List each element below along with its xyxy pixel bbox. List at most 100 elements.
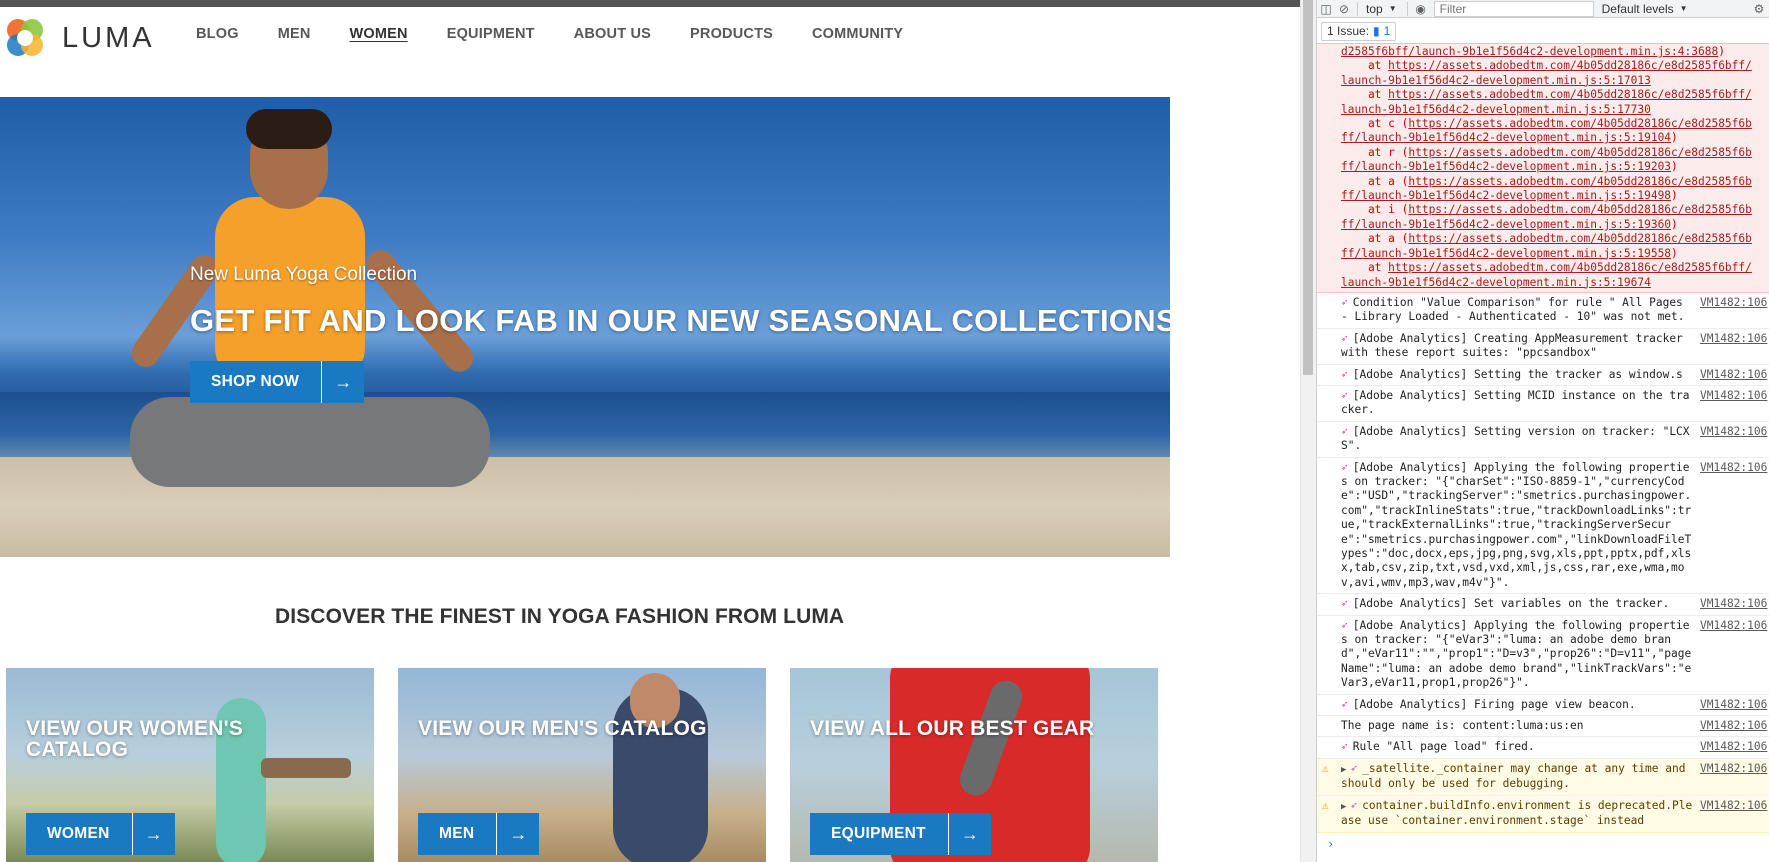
- trace-source-link[interactable]: https://assets.adobedtm.com/4b05dd28186c…: [1388, 261, 1752, 274]
- console-warning[interactable]: ⚠ ▶ ➶ _satellite._container may change at a…: [1317, 758, 1769, 796]
- trace-source-link[interactable]: https://assets.adobedtm.com/4b05dd28186c…: [1388, 88, 1752, 101]
- trace-source-link[interactable]: ff/launch-9b1e1f56d4c2-development.min.j…: [1341, 160, 1671, 173]
- trace-source-link[interactable]: https://assets.adobedtm.com/4b05dd28186c…: [1408, 117, 1752, 130]
- nav-item-about-us[interactable]: ABOUT US: [574, 26, 651, 42]
- log-source-link[interactable]: VM1482:106: [1700, 762, 1767, 792]
- console-log[interactable]: ➶ Condition "Value Comparison" for rule "…: [1317, 293, 1769, 329]
- log-text-wrap: ➶ Condition "Value Comparison" for rule "…: [1341, 296, 1696, 325]
- console-warning[interactable]: ⚠ ▶ ➶ container.buildInfo.environment is de…: [1317, 795, 1769, 833]
- log-source-link[interactable]: VM1482:106: [1700, 698, 1767, 712]
- console-toolbar: ◫ ⊘ top ▼ ◉ Filter Default levels ▼ ⚙: [1317, 0, 1769, 18]
- nav-item-men[interactable]: MEN: [278, 26, 311, 42]
- shop-now-button[interactable]: SHOP NOW →: [190, 361, 365, 403]
- equipment-button[interactable]: EQUIPMENT →: [810, 813, 991, 855]
- log-message: [Adobe Analytics] Applying the following…: [1341, 618, 1692, 690]
- trace-source-link[interactable]: https://assets.adobedtm.com/4b05dd28186c…: [1388, 59, 1752, 72]
- log-source-link[interactable]: VM1482:106: [1700, 719, 1767, 733]
- trace-source-link[interactable]: https://assets.adobedtm.com/4b05dd28186c…: [1408, 203, 1752, 216]
- tile-title: VIEW OUR WOMEN'S CATALOG: [26, 717, 244, 761]
- log-source-link[interactable]: VM1482:106: [1700, 332, 1767, 361]
- console-log[interactable]: ➶ [Adobe Analytics] Applying the followin…: [1317, 616, 1769, 695]
- log-levels-label: Default levels: [1601, 1, 1674, 16]
- log-source-link[interactable]: VM1482:106: [1700, 799, 1767, 829]
- stack-trace-line: ff/launch-9b1e1f56d4c2-development.min.j…: [1341, 189, 1760, 203]
- console-log[interactable]: ➶ Rule "All page load" fired. VM1482:106: [1317, 737, 1769, 759]
- page-scrollbar-thumb[interactable]: [1303, 0, 1313, 375]
- men-button[interactable]: MEN →: [418, 813, 540, 855]
- tile-men-catalog[interactable]: VIEW OUR MEN'S CATALOG MEN →: [398, 668, 766, 862]
- log-source-link[interactable]: VM1482:106: [1700, 368, 1767, 382]
- log-source-link[interactable]: VM1482:106: [1700, 597, 1767, 611]
- stack-trace-line: launch-9b1e1f56d4c2-development.min.js:5…: [1341, 276, 1760, 290]
- log-levels-dropdown[interactable]: Default levels ▼: [1602, 2, 1688, 16]
- expand-caret-icon[interactable]: ▶: [1341, 802, 1346, 812]
- trace-source-link[interactable]: https://assets.adobedtm.com/4b05dd28186c…: [1408, 175, 1752, 188]
- trace-source-link[interactable]: launch-9b1e1f56d4c2-development.min.js:5…: [1341, 276, 1651, 289]
- nav-item-products[interactable]: PRODUCTS: [690, 26, 773, 42]
- log-text-wrap: ▶ ➶ container.buildInfo.environment is dep…: [1341, 799, 1696, 829]
- rocket-icon: ➶: [1341, 367, 1348, 381]
- log-source-link[interactable]: VM1482:106: [1700, 425, 1767, 454]
- stack-trace-line: at a (https://assets.adobedtm.com/4b05dd…: [1341, 175, 1760, 189]
- console-log[interactable]: The page name is: content:luma:us:en VM14…: [1317, 716, 1769, 738]
- log-source-link[interactable]: VM1482:106: [1700, 461, 1767, 591]
- console-log[interactable]: ➶ [Adobe Analytics] Setting version on tr…: [1317, 422, 1769, 458]
- trace-source-link[interactable]: ff/launch-9b1e1f56d4c2-development.min.j…: [1341, 131, 1671, 144]
- log-source-link[interactable]: VM1482:106: [1700, 389, 1767, 418]
- trace-suffix: ): [1671, 189, 1678, 203]
- trace-source-link[interactable]: ff/launch-9b1e1f56d4c2-development.min.j…: [1341, 218, 1671, 231]
- trace-prefix: at r (: [1341, 145, 1409, 159]
- trace-source-link[interactable]: launch-9b1e1f56d4c2-development.min.js:5…: [1341, 74, 1651, 87]
- trace-source-link[interactable]: ff/launch-9b1e1f56d4c2-development.min.j…: [1341, 247, 1671, 260]
- women-button[interactable]: WOMEN →: [26, 813, 175, 855]
- stack-trace-line: ff/launch-9b1e1f56d4c2-development.min.j…: [1341, 247, 1760, 261]
- trace-source-link[interactable]: https://assets.adobedtm.com/4b05dd28186c…: [1408, 232, 1752, 245]
- tile-best-gear[interactable]: VIEW ALL OUR BEST GEAR EQUIPMENT →: [790, 668, 1158, 862]
- trace-suffix: ): [1671, 217, 1678, 231]
- nav-item-community[interactable]: COMMUNITY: [812, 26, 903, 42]
- log-text-wrap: ▶ ➶ _satellite._container may change at an…: [1341, 762, 1696, 792]
- log-message: Condition "Value Comparison" for rule " …: [1341, 295, 1690, 324]
- trace-source-link[interactable]: ff/launch-9b1e1f56d4c2-development.min.j…: [1341, 189, 1671, 202]
- dropdown-caret-icon: ▼: [1388, 4, 1397, 13]
- console-filter-input[interactable]: Filter: [1433, 0, 1594, 17]
- issues-button[interactable]: 1 Issue: ▮ 1: [1321, 21, 1397, 41]
- dropdown-caret-icon: ▼: [1679, 4, 1688, 13]
- log-message: [Adobe Analytics] Creating AppMeasuremen…: [1341, 331, 1690, 360]
- nav-item-women[interactable]: WOMEN: [350, 26, 408, 42]
- hero-banner[interactable]: New Luma Yoga Collection GET FIT AND LOO…: [0, 97, 1170, 557]
- trace-suffix: ): [1671, 246, 1678, 260]
- tile-women-catalog[interactable]: VIEW OUR WOMEN'S CATALOG WOMEN →: [6, 668, 374, 862]
- log-message: [Adobe Analytics] Applying the following…: [1341, 460, 1692, 589]
- console-log[interactable]: ➶ [Adobe Analytics] Setting the tracker a…: [1317, 365, 1769, 386]
- sidebar-toggle-icon[interactable]: ◫: [1317, 0, 1335, 18]
- luma-logo-mark-icon: [3, 16, 47, 60]
- trace-source-link[interactable]: d2585f6bff/launch-9b1e1f56d4c2-developme…: [1341, 45, 1718, 58]
- console-log[interactable]: ➶ [Adobe Analytics] Creating AppMeasureme…: [1317, 329, 1769, 365]
- settings-gear-icon[interactable]: ⚙: [1750, 0, 1768, 18]
- nav-item-blog[interactable]: BLOG: [196, 26, 239, 42]
- console-log[interactable]: ➶ [Adobe Analytics] Setting MCID instance…: [1317, 386, 1769, 422]
- luma-logo[interactable]: LUMA: [3, 14, 155, 62]
- context-selector[interactable]: top ▼: [1366, 2, 1397, 16]
- log-source-link[interactable]: VM1482:106: [1700, 296, 1767, 325]
- shop-now-label: SHOP NOW: [211, 373, 300, 390]
- arrow-right-icon: →: [131, 813, 175, 855]
- log-message: Rule "All page load" fired.: [1352, 740, 1535, 754]
- live-expression-eye-icon[interactable]: ◉: [1412, 0, 1430, 18]
- stack-trace-line: at a (https://assets.adobedtm.com/4b05dd…: [1341, 232, 1760, 246]
- log-source-link[interactable]: VM1482:106: [1700, 619, 1767, 691]
- top-strip: [0, 0, 1300, 7]
- trace-source-link[interactable]: https://assets.adobedtm.com/4b05dd28186c…: [1408, 146, 1752, 159]
- clear-console-icon[interactable]: ⊘: [1335, 0, 1353, 18]
- rocket-icon: ➶: [1341, 597, 1348, 611]
- console-prompt[interactable]: ›: [1317, 833, 1769, 855]
- expand-caret-icon[interactable]: ▶: [1341, 765, 1346, 775]
- log-text-wrap: ➶ [Adobe Analytics] Firing page view beac…: [1341, 698, 1696, 712]
- console-log[interactable]: ➶ [Adobe Analytics] Applying the followin…: [1317, 458, 1769, 595]
- console-log[interactable]: ➶ [Adobe Analytics] Set variables on the …: [1317, 594, 1769, 616]
- trace-source-link[interactable]: launch-9b1e1f56d4c2-development.min.js:5…: [1341, 103, 1651, 116]
- nav-item-equipment[interactable]: EQUIPMENT: [447, 26, 535, 42]
- console-log[interactable]: ➶ [Adobe Analytics] Firing page view beac…: [1317, 695, 1769, 717]
- log-source-link[interactable]: VM1482:106: [1700, 740, 1767, 754]
